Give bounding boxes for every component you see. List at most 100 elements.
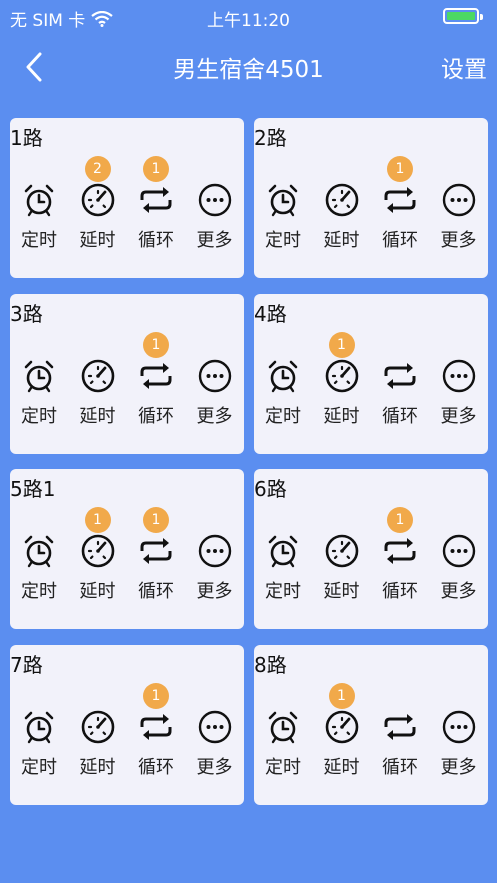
count-badge: 1 (328, 682, 355, 709)
timer-button[interactable]: 定时 (10, 352, 68, 442)
timer-button[interactable]: 定时 (10, 703, 68, 793)
more-button[interactable]: 更多 (430, 703, 488, 793)
delay-button[interactable]: 延时 (69, 703, 127, 793)
timer-button[interactable]: 定时 (254, 703, 312, 793)
more-button[interactable]: 更多 (430, 527, 488, 617)
gauge-icon (324, 709, 360, 745)
loop-label: 循环 (382, 581, 418, 602)
loop-label: 循环 (138, 230, 174, 251)
alarm-clock-icon (265, 709, 301, 745)
more-button[interactable]: 更多 (186, 352, 244, 442)
status-bar: 无 SIM 卡 上午11:20 (0, 0, 497, 36)
delay-button[interactable]: 延时 (69, 352, 127, 442)
timer-button[interactable]: 定时 (254, 176, 312, 266)
circuit-name: 5路1 (10, 477, 56, 501)
circuit-actions: 定时 延时 1 循环 1 更多 (10, 507, 244, 617)
more-label: 更多 (440, 230, 477, 251)
circuit-card[interactable]: 1路 定时 延时 2 循环 1 更多 (10, 118, 244, 278)
repeat-icon (382, 533, 418, 569)
more-icon (441, 709, 477, 745)
more-label: 更多 (196, 230, 233, 251)
delay-button[interactable]: 延时 (313, 176, 371, 266)
count-badge: 1 (387, 156, 413, 182)
repeat-icon (138, 358, 174, 394)
timer-label: 定时 (21, 756, 57, 778)
loop-button[interactable]: 循环 1 (127, 682, 185, 793)
alarm-clock-icon (265, 182, 301, 218)
timer-button[interactable]: 定时 (10, 527, 68, 617)
timer-label: 定时 (265, 230, 301, 251)
loop-label: 循环 (382, 405, 418, 427)
loop-button[interactable]: 循环 1 (127, 156, 185, 266)
more-icon (441, 358, 477, 394)
loop-label: 循环 (138, 581, 174, 602)
timer-label: 定时 (21, 581, 57, 602)
timer-button[interactable]: 定时 (254, 352, 312, 442)
loop-label: 循环 (138, 756, 174, 778)
more-label: 更多 (196, 756, 233, 778)
more-label: 更多 (196, 405, 233, 427)
count-badge: 1 (84, 507, 111, 533)
count-badge: 1 (143, 331, 169, 358)
gauge-icon (80, 182, 116, 218)
more-label: 更多 (440, 405, 477, 427)
delay-button[interactable]: 延时 1 (313, 682, 371, 793)
delay-label: 延时 (323, 581, 360, 602)
repeat-icon (382, 709, 418, 745)
loop-button[interactable]: 循环 1 (371, 156, 429, 266)
gauge-icon (80, 358, 116, 394)
more-button[interactable]: 更多 (186, 527, 244, 617)
loop-button[interactable]: 循环 1 (127, 507, 185, 617)
circuit-card[interactable]: 3路定时 延时 循环 1 更多 (10, 293, 244, 454)
circuit-card[interactable]: 8路 定时 延时 1 循环 更多 (254, 644, 488, 805)
loop-button[interactable]: 循环 1 (127, 331, 185, 442)
delay-label: 延时 (323, 405, 360, 427)
timer-button[interactable]: 定时 (10, 176, 68, 266)
alarm-clock-icon (265, 533, 301, 569)
repeat-icon (138, 533, 174, 569)
more-icon (197, 182, 233, 218)
gauge-icon (324, 182, 360, 218)
timer-button[interactable]: 定时 (254, 527, 312, 617)
circuit-card[interactable]: 2路 定时 延时 循环 1 更多 (254, 118, 488, 278)
more-button[interactable]: 更多 (186, 176, 244, 266)
loop-button[interactable]: 循环 1 (371, 507, 429, 617)
more-button[interactable]: 更多 (430, 176, 488, 266)
delay-button[interactable]: 延时 (313, 527, 371, 617)
circuit-actions: 定时 延时 循环 1 更多 (254, 156, 488, 266)
circuit-name: 7路 (10, 652, 43, 677)
alarm-clock-icon (21, 182, 57, 218)
timer-label: 定时 (265, 405, 301, 427)
delay-label: 延时 (79, 756, 116, 778)
gauge-icon (324, 358, 360, 394)
delay-button[interactable]: 延时 2 (69, 156, 127, 266)
more-button[interactable]: 更多 (186, 703, 244, 793)
delay-label: 延时 (323, 230, 360, 251)
circuit-actions: 定时 延时 1 循环 更多 (254, 682, 488, 793)
circuit-card[interactable]: 4路 定时 延时 1 循环 更多 (254, 293, 488, 454)
repeat-icon (138, 709, 174, 745)
circuit-name: 3路 (10, 301, 43, 326)
loop-label: 循环 (382, 230, 418, 251)
count-badge: 2 (84, 156, 111, 182)
repeat-icon (138, 182, 174, 218)
alarm-clock-icon (265, 358, 301, 394)
loop-button[interactable]: 循环 (371, 703, 429, 793)
delay-button[interactable]: 延时 1 (313, 331, 371, 442)
timer-label: 定时 (265, 756, 301, 778)
circuit-actions: 定时 延时 循环 1 更多 (254, 507, 488, 617)
more-button[interactable]: 更多 (430, 352, 488, 442)
circuit-card[interactable]: 6路 定时 延时 循环 1 更多 (254, 469, 488, 629)
loop-button[interactable]: 循环 (371, 352, 429, 442)
repeat-icon (382, 182, 418, 218)
timer-label: 定时 (21, 230, 57, 251)
alarm-clock-icon (21, 533, 57, 569)
circuit-card[interactable]: 5路1 定时 延时 1 循环 1 更多 (10, 469, 244, 629)
delay-button[interactable]: 延时 1 (69, 507, 127, 617)
loop-label: 循环 (382, 756, 418, 778)
delay-label: 延时 (79, 230, 116, 251)
settings-button[interactable]: 设置 (441, 50, 487, 84)
more-label: 更多 (196, 581, 233, 602)
circuit-card[interactable]: 7路定时 延时 循环 1 更多 (10, 644, 244, 805)
alarm-clock-icon (21, 709, 57, 745)
